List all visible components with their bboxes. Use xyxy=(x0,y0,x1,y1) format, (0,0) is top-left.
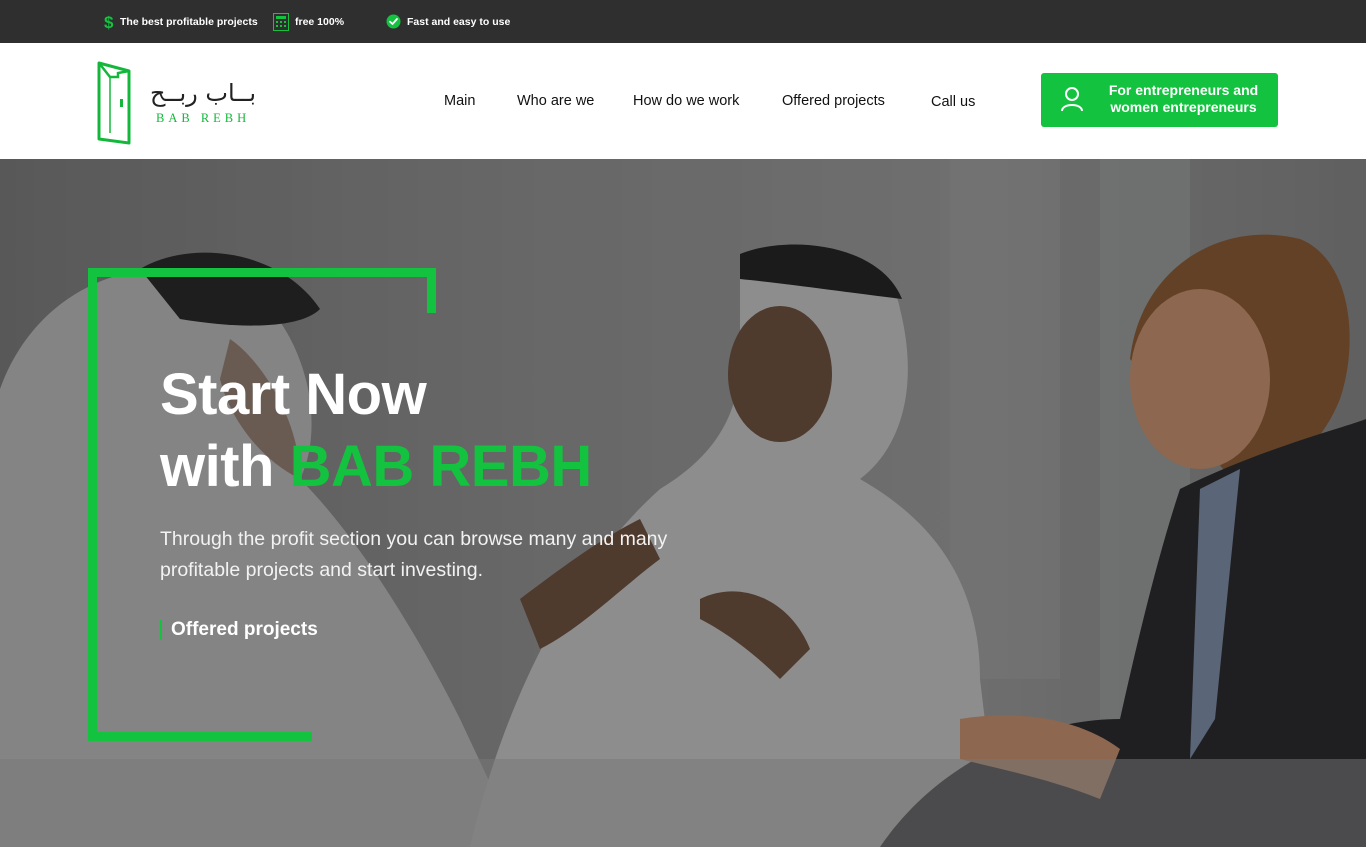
hero-frame-right xyxy=(427,268,436,313)
nav-item-call-us[interactable]: Call us xyxy=(931,94,975,110)
topbar-item-free: free 100% xyxy=(273,0,344,43)
hero-frame-top xyxy=(88,268,436,277)
user-icon xyxy=(1061,86,1083,117)
site-header: بــاب ربــح BAB REBH Main Who are we How… xyxy=(0,43,1366,159)
hero-title: Start Now with BAB REBH xyxy=(160,359,592,503)
hero-frame-bottom xyxy=(88,732,312,741)
topbar-item-label: The best profitable projects xyxy=(120,15,258,28)
nav-item-how-we-work[interactable]: How do we work xyxy=(633,93,739,109)
nav-item-offered-projects[interactable]: Offered projects xyxy=(782,93,885,109)
nav-item-main[interactable]: Main xyxy=(444,93,475,109)
hero-title-prefix: with xyxy=(160,434,274,499)
hero-offered-projects-link[interactable]: Offered projects xyxy=(160,620,318,640)
hero-dark-overlay xyxy=(0,159,1366,847)
calculator-icon xyxy=(273,12,289,31)
check-circle-icon xyxy=(386,14,401,29)
svg-text:$: $ xyxy=(104,13,114,31)
hero-description: Through the profit section you can brows… xyxy=(160,528,668,581)
entrepreneurs-button[interactable]: For entrepreneurs and women entrepreneur… xyxy=(1041,73,1278,127)
hero-title-line1: Start Now xyxy=(160,362,427,427)
hero-title-accent: BAB REBH xyxy=(289,434,593,499)
entrepreneurs-button-label: For entrepreneurs and women entrepreneur… xyxy=(1108,82,1259,115)
top-info-bar: $ The best profitable projects free 100%… xyxy=(0,0,1366,43)
hero-frame-left xyxy=(88,268,97,741)
topbar-item-profitable: $ The best profitable projects xyxy=(104,0,258,43)
nav-item-who-are-we[interactable]: Who are we xyxy=(517,93,594,109)
topbar-item-label: free 100% xyxy=(295,15,345,28)
topbar-item-label: Fast and easy to use xyxy=(407,15,511,28)
dollar-icon: $ xyxy=(104,13,114,31)
topbar-item-fast: Fast and easy to use xyxy=(386,0,510,43)
hero-section: Start Now with BAB REBH Through the prof… xyxy=(0,159,1366,847)
